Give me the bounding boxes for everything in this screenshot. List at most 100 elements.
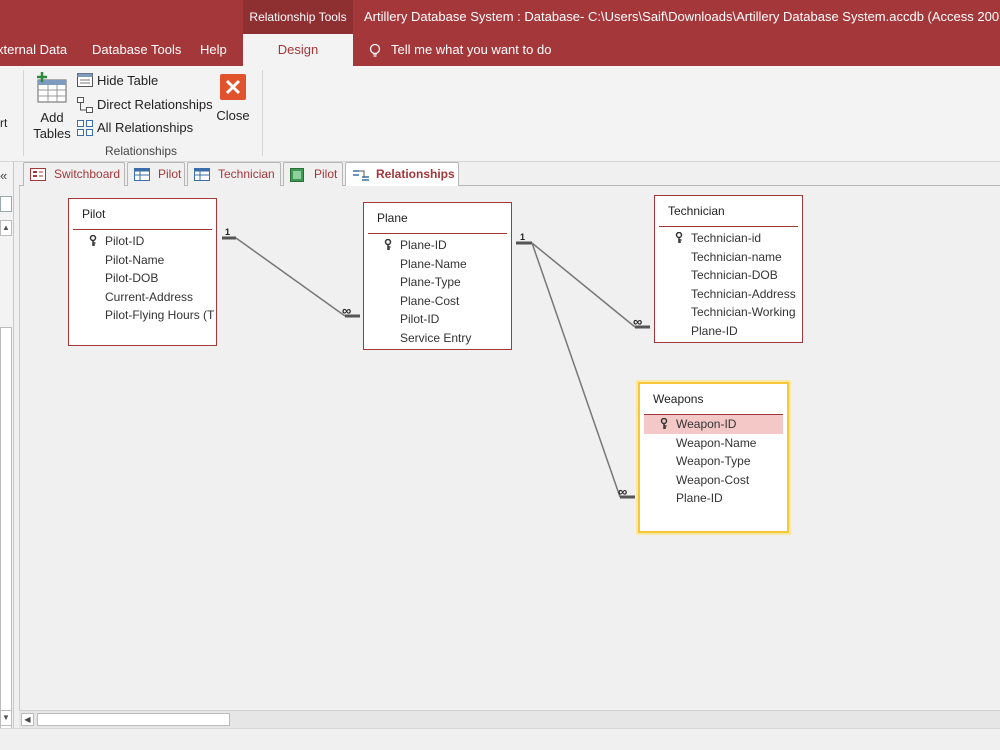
table-icon [134, 168, 150, 181]
ribbon: rt Add Tables Hide Table Direct Relation… [0, 66, 1000, 162]
navigation-list[interactable] [0, 327, 12, 747]
status-bar [0, 728, 1000, 750]
tab-pilot-form[interactable]: Pilot [283, 162, 343, 186]
ribbon-tab-row: xternal Data Database Tools Help Design … [0, 34, 1000, 66]
field-service-entry[interactable]: Service Entry [368, 329, 511, 348]
divider [73, 229, 212, 230]
document-tabs: Switchboard Pilot Technician Pilot Relat… [19, 162, 1000, 187]
close-icon [220, 74, 246, 100]
tab-help[interactable]: Help [200, 34, 227, 66]
tab-relationships[interactable]: Relationships [345, 162, 459, 187]
table-title: Technician [668, 204, 725, 218]
tab-label: Pilot [314, 167, 338, 181]
many-label: ∞ [633, 314, 642, 329]
window-title: Artillery Database System : Database- C:… [364, 9, 1000, 24]
field-technician-id[interactable]: Technician-id [659, 229, 802, 248]
many-label: ∞ [342, 303, 351, 318]
field-technician-dob[interactable]: Technician-DOB [659, 266, 802, 285]
field-pilot-flying-hours[interactable]: Pilot-Flying Hours (T [73, 306, 216, 325]
search-icon[interactable] [0, 196, 12, 212]
field-technician-name[interactable]: Technician-name [659, 248, 802, 267]
table-plane[interactable]: Plane Plane-ID Plane-Name Plane-Type Pla… [363, 202, 512, 350]
all-relationships-label: All Relationships [97, 120, 194, 135]
key-icon [89, 235, 97, 246]
divider [368, 233, 507, 234]
field-pilot-id[interactable]: Pilot-ID [368, 310, 511, 329]
one-label: 1 [520, 232, 525, 242]
scrollbar-thumb[interactable] [37, 713, 230, 726]
hide-table-label: Hide Table [97, 73, 159, 88]
field-pilot-id[interactable]: Pilot-ID [73, 232, 216, 251]
scroll-up-button[interactable]: ▲ [0, 220, 12, 236]
field-pilot-name[interactable]: Pilot-Name [73, 251, 216, 270]
one-label: 1 [225, 227, 230, 237]
relationships-icon [353, 170, 369, 181]
lightbulb-icon [369, 43, 381, 57]
relationship-plane-weapons[interactable]: ∞ [531, 242, 635, 499]
tab-label: Relationships [376, 167, 455, 181]
field-technician-address[interactable]: Technician-Address [659, 285, 802, 304]
tab-design[interactable]: Design [243, 34, 353, 66]
table-pilot[interactable]: Pilot Pilot-ID Pilot-Name Pilot-DOB Curr… [68, 198, 217, 346]
tab-label: Pilot [158, 167, 182, 181]
table-weapons[interactable]: Weapons Weapon-ID Weapon-Name Weapon-Typ… [636, 380, 791, 535]
tab-database-tools[interactable]: Database Tools [92, 34, 181, 66]
table-title: Plane [377, 211, 408, 225]
table-title: Pilot [82, 207, 106, 221]
navigation-pane: « ▲ ▼ [0, 162, 14, 747]
tab-technician-table[interactable]: Technician [187, 162, 281, 186]
tab-label: Technician [218, 167, 275, 181]
direct-relationships-label: Direct Relationships [97, 97, 213, 112]
collapse-nav-button[interactable]: « [0, 168, 7, 183]
key-icon [384, 239, 392, 250]
key-icon [675, 232, 683, 243]
ribbon-separator [23, 70, 24, 156]
tell-me-label: Tell me what you want to do [391, 42, 552, 57]
add-tables-label-2: Tables [33, 126, 71, 141]
close-button[interactable]: Close [213, 74, 253, 124]
field-pilot-dob[interactable]: Pilot-DOB [73, 269, 216, 288]
tell-me-search[interactable]: Tell me what you want to do [369, 34, 551, 66]
table-title: Weapons [653, 392, 704, 406]
field-weapon-name[interactable]: Weapon-Name [644, 434, 787, 453]
tab-switchboard[interactable]: Switchboard [23, 162, 125, 186]
hide-table-icon [77, 73, 93, 87]
field-list: Technician-id Technician-name Technician… [659, 229, 802, 340]
ribbon-partial-label: rt [0, 116, 8, 130]
add-table-icon [37, 72, 67, 103]
ribbon-separator [262, 70, 263, 156]
field-plane-id[interactable]: Plane-ID [644, 489, 787, 508]
scroll-down-button[interactable]: ▼ [0, 710, 12, 726]
tab-pilot-table[interactable]: Pilot [127, 162, 185, 186]
relationship-pilot-plane[interactable]: 1 ∞ [222, 227, 360, 318]
field-weapon-type[interactable]: Weapon-Type [644, 452, 787, 471]
relationship-tools-context-label: Relationship Tools [243, 0, 353, 34]
field-plane-name[interactable]: Plane-Name [368, 255, 511, 274]
field-plane-type[interactable]: Plane-Type [368, 273, 511, 292]
field-weapon-cost[interactable]: Weapon-Cost [644, 471, 787, 490]
relationships-canvas[interactable]: 1 ∞ 1 ∞ ∞ Pilot Pilot-ID Pilot-Name Pilo… [19, 186, 1000, 710]
all-relationships-icon [77, 120, 93, 136]
field-current-address[interactable]: Current-Address [73, 288, 216, 307]
relationships-group-label: Relationships [105, 144, 178, 158]
key-icon [660, 418, 668, 429]
close-label: Close [216, 108, 250, 123]
field-list: Weapon-ID Weapon-Name Weapon-Type Weapon… [644, 415, 787, 508]
direct-relationships-icon [77, 97, 93, 113]
form-icon [290, 168, 304, 182]
field-weapon-id[interactable]: Weapon-ID [644, 415, 783, 434]
add-tables-button[interactable]: Add Tables [32, 70, 72, 144]
form-icon [30, 168, 46, 181]
table-technician[interactable]: Technician Technician-id Technician-name… [654, 195, 803, 343]
tab-label: Switchboard [54, 167, 121, 181]
relationship-plane-technician[interactable]: 1 ∞ [516, 232, 650, 329]
horizontal-scrollbar[interactable]: ◀ [19, 710, 1000, 728]
scroll-left-button[interactable]: ◀ [21, 713, 34, 726]
tab-external-data[interactable]: xternal Data [0, 34, 67, 66]
table-icon [194, 168, 210, 181]
field-technician-working[interactable]: Technician-Working [659, 303, 802, 322]
field-plane-id[interactable]: Plane-ID [368, 236, 511, 255]
field-plane-cost[interactable]: Plane-Cost [368, 292, 511, 311]
field-plane-id[interactable]: Plane-ID [659, 322, 802, 341]
title-bar: Relationship Tools Artillery Database Sy… [0, 0, 1000, 34]
